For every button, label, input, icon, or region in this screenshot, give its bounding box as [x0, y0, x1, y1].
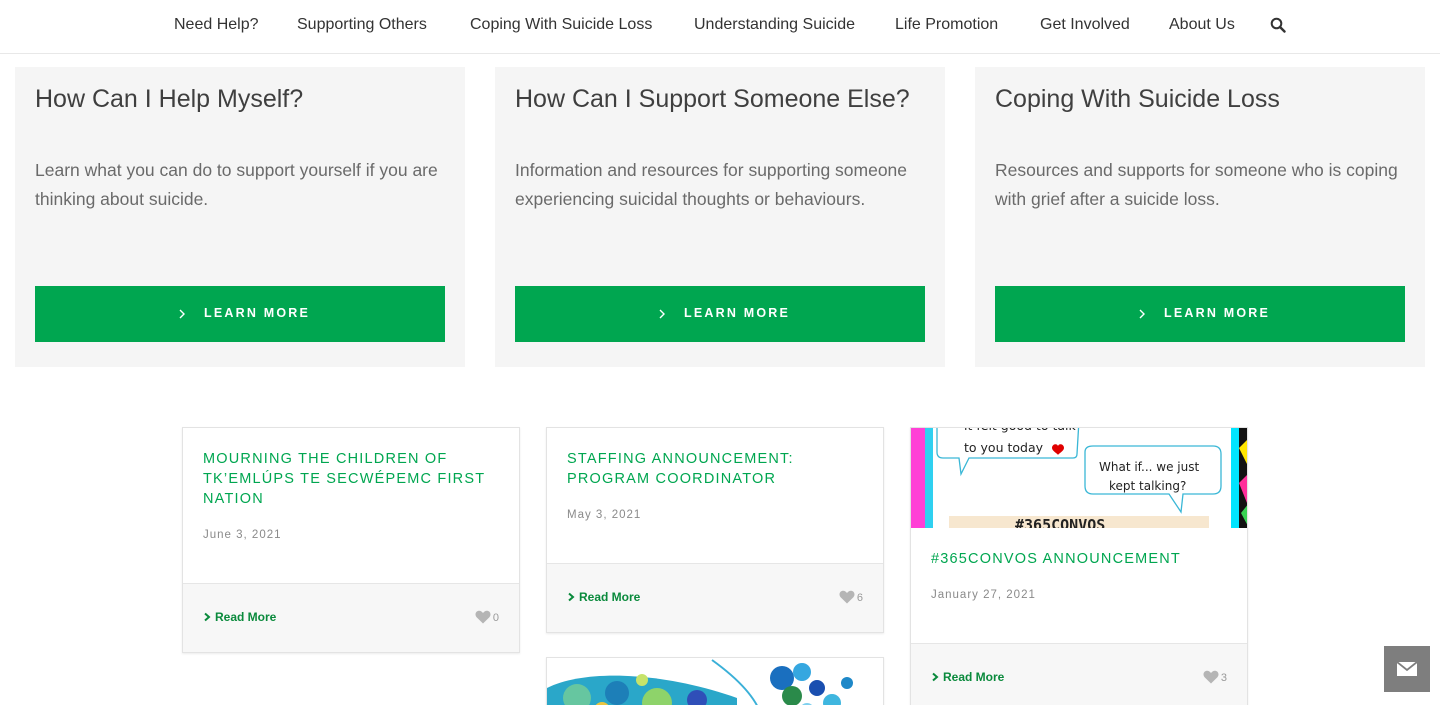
- butterfly-artwork-image: [547, 658, 883, 705]
- post-date: June 3, 2021: [203, 529, 282, 541]
- card-help-myself: How Can I Help Myself? Learn what you ca…: [15, 67, 465, 367]
- post-card: STAFFING ANNOUNCEMENT: PROGRAM COORDINAT…: [546, 427, 884, 633]
- post-date: January 27, 2021: [931, 589, 1036, 601]
- like-count: 6: [856, 592, 863, 604]
- learn-more-button[interactable]: LEARN MORE: [995, 286, 1405, 342]
- nav-need-help[interactable]: Need Help?: [174, 16, 259, 34]
- like-count: 0: [492, 612, 499, 624]
- read-more-link[interactable]: Read More: [931, 670, 1004, 684]
- nav-about-us[interactable]: About Us: [1169, 16, 1235, 34]
- card-description: Information and resources for supporting…: [515, 160, 908, 209]
- chevron-right-icon: [179, 309, 185, 319]
- card-description: Resources and supports for someone who i…: [995, 160, 1398, 209]
- nav-supporting-others[interactable]: Supporting Others: [297, 16, 427, 34]
- heart-icon: [1203, 670, 1219, 684]
- top-navigation: Need Help? Supporting Others Coping With…: [0, 0, 1440, 54]
- post-date: May 3, 2021: [567, 509, 642, 521]
- chevron-right-icon: [1139, 309, 1145, 319]
- card-title: How Can I Support Someone Else?: [515, 85, 910, 113]
- nav-coping-with-suicide-loss[interactable]: Coping With Suicide Loss: [470, 16, 652, 34]
- bubble-text-2a: What if... we just: [1099, 460, 1199, 474]
- post-footer: Read More 3: [911, 643, 1247, 705]
- like-button[interactable]: 3: [1203, 670, 1227, 684]
- read-more-label: Read More: [943, 670, 1005, 684]
- nav-get-involved[interactable]: Get Involved: [1040, 16, 1130, 34]
- card-description: Learn what you can do to support yoursel…: [35, 160, 438, 209]
- nav-understanding-suicide[interactable]: Understanding Suicide: [694, 16, 855, 34]
- learn-more-label: LEARN MORE: [1164, 306, 1271, 320]
- chevron-right-icon: [932, 672, 939, 682]
- search-icon[interactable]: [1270, 17, 1288, 35]
- learn-more-button[interactable]: LEARN MORE: [35, 286, 445, 342]
- read-more-label: Read More: [579, 590, 641, 604]
- heart-icon: [475, 610, 491, 624]
- post-card-image[interactable]: [546, 657, 884, 705]
- banner-text: #365CONVOS: [1015, 516, 1105, 528]
- card-support-someone: How Can I Support Someone Else? Informat…: [495, 67, 945, 367]
- card-coping-loss: Coping With Suicide Loss Resources and s…: [975, 67, 1425, 367]
- chevron-right-icon: [659, 309, 665, 319]
- post-card: it felt good to talk to you today What i…: [910, 427, 1248, 705]
- learn-more-button[interactable]: LEARN MORE: [515, 286, 925, 342]
- like-count: 3: [1220, 672, 1227, 684]
- post-footer: Read More 6: [547, 563, 883, 632]
- post-title[interactable]: MOURNING THE CHILDREN OF TK’EMLÚPS TE SE…: [203, 449, 503, 509]
- read-more-link[interactable]: Read More: [203, 610, 276, 624]
- heart-icon: [839, 590, 855, 604]
- contact-button[interactable]: [1384, 646, 1430, 692]
- learn-more-label: LEARN MORE: [204, 306, 311, 320]
- like-button[interactable]: 6: [839, 590, 863, 604]
- like-button[interactable]: 0: [475, 610, 499, 624]
- card-title: How Can I Help Myself?: [35, 85, 304, 113]
- post-footer: Read More 0: [183, 583, 519, 652]
- bubble-text-1: to you today: [964, 440, 1044, 455]
- conversation-bubbles-image: it felt good to talk to you today What i…: [911, 428, 1247, 528]
- chevron-right-icon: [204, 612, 211, 622]
- bubble-text-2b: kept talking?: [1109, 479, 1186, 493]
- post-title[interactable]: STAFFING ANNOUNCEMENT: PROGRAM COORDINAT…: [567, 449, 867, 489]
- post-title[interactable]: #365CONVOS ANNOUNCEMENT: [931, 549, 1231, 569]
- read-more-link[interactable]: Read More: [567, 590, 640, 604]
- post-card: MOURNING THE CHILDREN OF TK’EMLÚPS TE SE…: [182, 427, 520, 653]
- read-more-label: Read More: [215, 610, 277, 624]
- chevron-right-icon: [568, 592, 575, 602]
- card-title: Coping With Suicide Loss: [995, 85, 1280, 113]
- svg-text:it felt good to talk: it felt good to talk: [964, 428, 1076, 433]
- envelope-icon: [1396, 661, 1418, 676]
- nav-life-promotion[interactable]: Life Promotion: [895, 16, 998, 34]
- learn-more-label: LEARN MORE: [684, 306, 791, 320]
- post-thumbnail[interactable]: it felt good to talk to you today What i…: [911, 428, 1247, 528]
